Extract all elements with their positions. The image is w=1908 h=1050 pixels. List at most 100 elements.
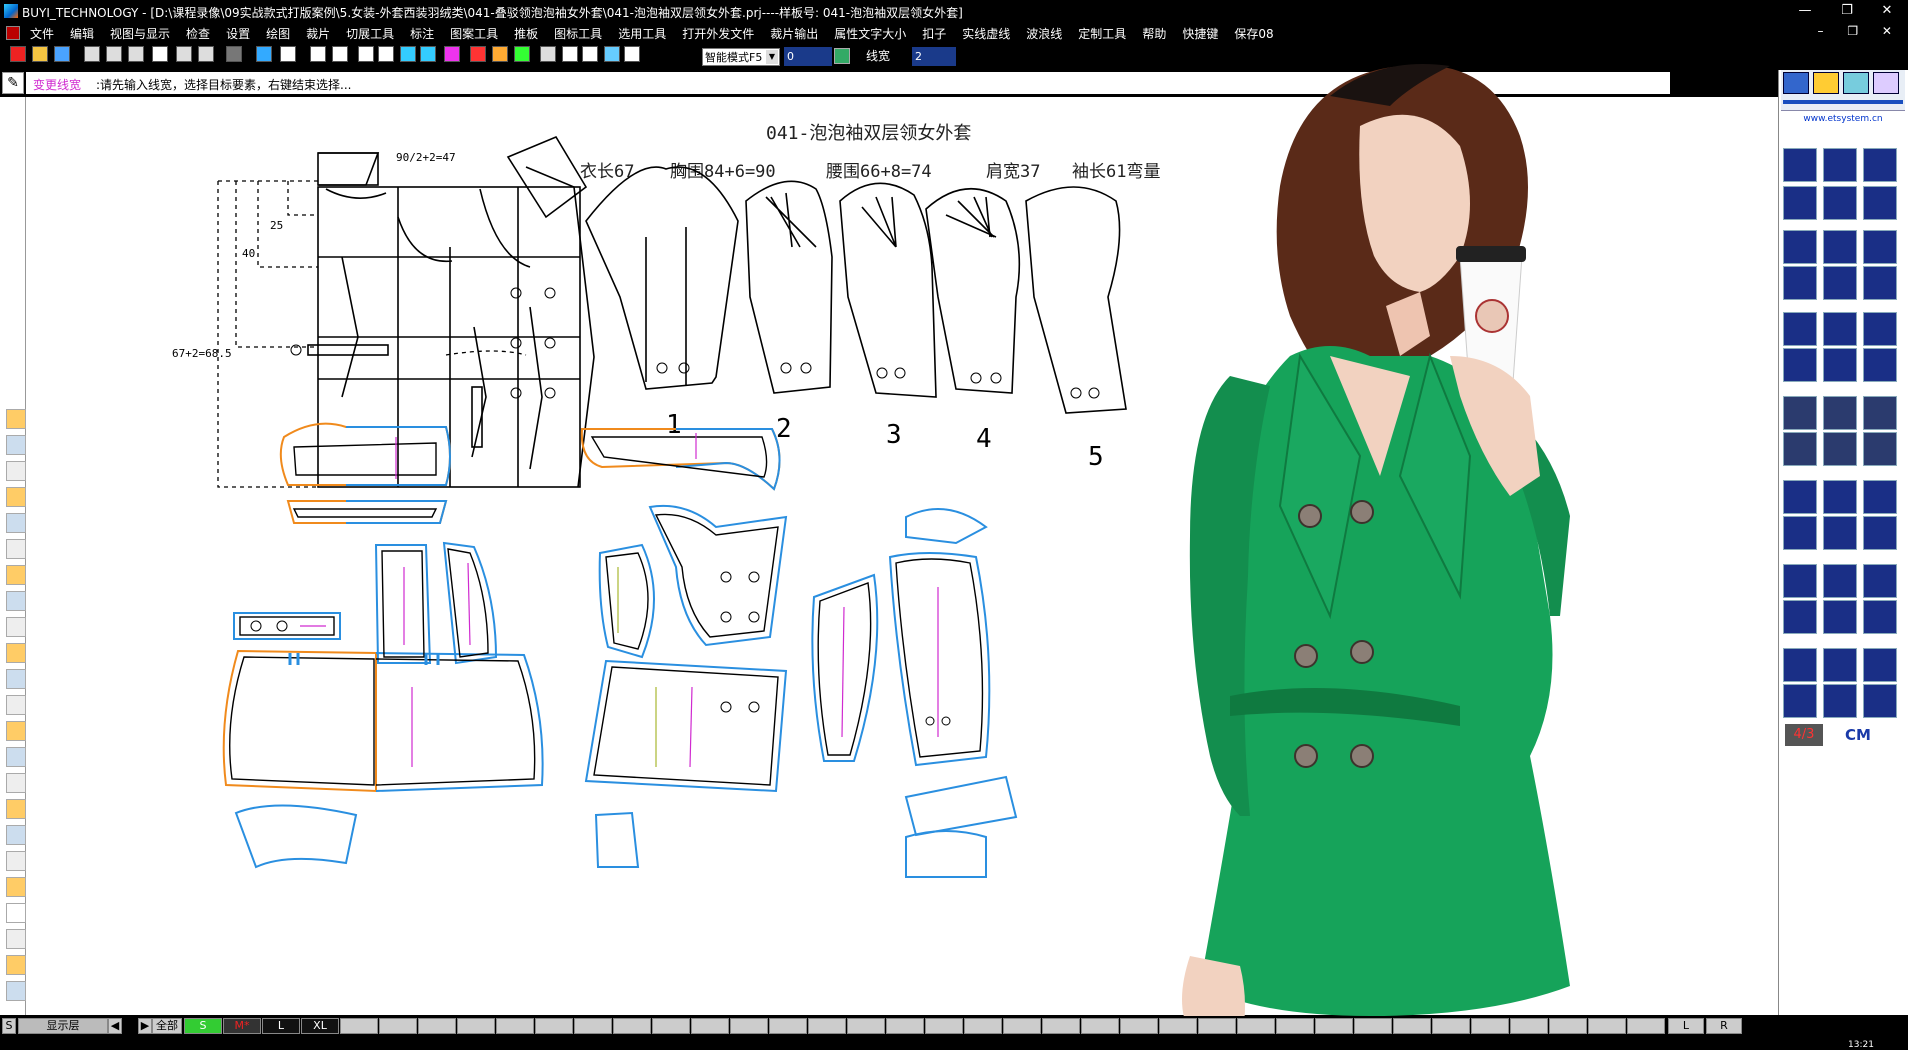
size-slot[interactable]: [574, 1018, 612, 1034]
pattern-tool-icon[interactable]: [1823, 432, 1857, 466]
document-icon[interactable]: [6, 26, 20, 40]
menu-item[interactable]: 快捷键: [1182, 25, 1226, 42]
tool-icon[interactable]: [1843, 72, 1869, 94]
menu-item[interactable]: 帮助: [1142, 25, 1174, 42]
menu-item[interactable]: 定制工具: [1078, 25, 1134, 42]
menu-item[interactable]: 选用工具: [618, 25, 674, 42]
diagonal-icon[interactable]: [6, 643, 26, 663]
menu-item[interactable]: 裁片输出: [770, 25, 826, 42]
text-icon[interactable]: [6, 903, 26, 923]
new-icon[interactable]: [10, 46, 26, 62]
arch-icon[interactable]: [6, 669, 26, 689]
pattern-tool-icon[interactable]: [1783, 564, 1817, 598]
fill-icon[interactable]: [6, 773, 26, 793]
pattern-tool-icon[interactable]: [1823, 148, 1857, 182]
menu-item[interactable]: 图标工具: [554, 25, 610, 42]
menu-item[interactable]: 绘图: [266, 25, 298, 42]
pattern-tool-icon[interactable]: [1823, 186, 1857, 220]
size-slot[interactable]: [847, 1018, 885, 1034]
size-slot[interactable]: [1315, 1018, 1353, 1034]
right-side-button[interactable]: R: [1706, 1018, 1742, 1034]
size-slot[interactable]: [769, 1018, 807, 1034]
menu-item[interactable]: 设置: [226, 25, 258, 42]
fork-icon[interactable]: [378, 46, 394, 62]
pin-icon[interactable]: [6, 981, 26, 1001]
select-piece-icon[interactable]: [6, 409, 26, 429]
pattern-tool-icon[interactable]: [1823, 516, 1857, 550]
pattern-tool-icon[interactable]: [1823, 480, 1857, 514]
pattern-tool-icon[interactable]: [1863, 148, 1897, 182]
pattern-tool-icon[interactable]: [1823, 564, 1857, 598]
size-button[interactable]: L: [262, 1018, 300, 1034]
pattern-tool-icon[interactable]: [1783, 516, 1817, 550]
restore-button[interactable]: ❐: [1832, 2, 1862, 20]
full-view-icon[interactable]: [128, 46, 144, 62]
pattern-tool-icon[interactable]: [1823, 266, 1857, 300]
size-slot[interactable]: [1354, 1018, 1392, 1034]
pattern-tool-icon[interactable]: [1863, 564, 1897, 598]
rotate-icon[interactable]: [358, 46, 374, 62]
menu-item[interactable]: 检查: [186, 25, 218, 42]
pattern-tool-icon[interactable]: [1783, 312, 1817, 346]
line-icon[interactable]: [400, 46, 416, 62]
pattern-tool-icon[interactable]: [1783, 148, 1817, 182]
mode-select[interactable]: 智能模式F5 ▼: [702, 48, 780, 66]
pattern-tool-icon[interactable]: [1783, 432, 1817, 466]
settings-icon[interactable]: [624, 46, 640, 62]
zoom-window-icon[interactable]: [176, 46, 192, 62]
size-button[interactable]: M*: [223, 1018, 261, 1034]
diamond-icon[interactable]: [6, 955, 26, 975]
save-box-icon[interactable]: [6, 721, 26, 741]
palette-icon[interactable]: [492, 46, 508, 62]
line-tool-icon[interactable]: [6, 461, 26, 481]
size-slot[interactable]: [340, 1018, 378, 1034]
pattern-tool-icon[interactable]: [1863, 348, 1897, 382]
prev-layer-button[interactable]: ◀: [108, 1018, 122, 1034]
size-slot[interactable]: [1120, 1018, 1158, 1034]
size-slot[interactable]: [808, 1018, 846, 1034]
mdi-window-buttons[interactable]: – ❐ ✕: [1818, 24, 1902, 38]
size-slot[interactable]: [613, 1018, 651, 1034]
shape-icon[interactable]: [6, 617, 26, 637]
pattern-tool-icon[interactable]: [1783, 348, 1817, 382]
pen-icon[interactable]: [444, 46, 460, 62]
command-icon[interactable]: ✎: [2, 72, 24, 94]
pattern-tool-icon[interactable]: [1783, 480, 1817, 514]
zoom-out-icon[interactable]: [84, 46, 100, 62]
menu-item[interactable]: 图案工具: [450, 25, 506, 42]
unit-toggle[interactable]: CM: [1833, 724, 1883, 746]
size-slot[interactable]: [1003, 1018, 1041, 1034]
curve-icon[interactable]: [6, 695, 26, 715]
size-slot[interactable]: [1627, 1018, 1665, 1034]
ruler-icon[interactable]: [6, 825, 26, 845]
chart-icon[interactable]: [1813, 72, 1839, 94]
menu-item[interactable]: 标注: [410, 25, 442, 42]
pattern-tool-icon[interactable]: [1863, 480, 1897, 514]
pattern-tool-icon[interactable]: [1863, 230, 1897, 264]
pattern-tool-icon[interactable]: [1863, 684, 1897, 718]
help-icon[interactable]: [6, 591, 26, 611]
pattern-tool-icon[interactable]: [1863, 516, 1897, 550]
menu-item[interactable]: 实线虚线: [962, 25, 1018, 42]
pattern-tool-icon[interactable]: [1863, 312, 1897, 346]
size-indicator[interactable]: 4/3: [1785, 724, 1823, 746]
pattern-tool-icon[interactable]: [1863, 396, 1897, 430]
undo-icon[interactable]: [198, 46, 214, 62]
pattern-tool-icon[interactable]: [1823, 396, 1857, 430]
select-arrow-icon[interactable]: [256, 46, 272, 62]
pattern-tool-icon[interactable]: [1783, 396, 1817, 430]
size-button[interactable]: S: [184, 1018, 222, 1034]
pattern-tool-icon[interactable]: [1863, 266, 1897, 300]
menu-item[interactable]: 推板: [514, 25, 546, 42]
layout-icon[interactable]: [6, 747, 26, 767]
pattern-tool-icon[interactable]: [1863, 432, 1897, 466]
all-sizes-button[interactable]: 全部: [152, 1018, 182, 1034]
size-slot[interactable]: [691, 1018, 729, 1034]
cross-icon[interactable]: [332, 46, 348, 62]
size-slot[interactable]: [730, 1018, 768, 1034]
pattern-tool-icon[interactable]: [1783, 186, 1817, 220]
pattern-tool-icon[interactable]: [1823, 312, 1857, 346]
minimize-button[interactable]: —: [1790, 2, 1820, 20]
pattern-tool-icon[interactable]: [1863, 648, 1897, 682]
scroll-track[interactable]: [1783, 100, 1903, 104]
